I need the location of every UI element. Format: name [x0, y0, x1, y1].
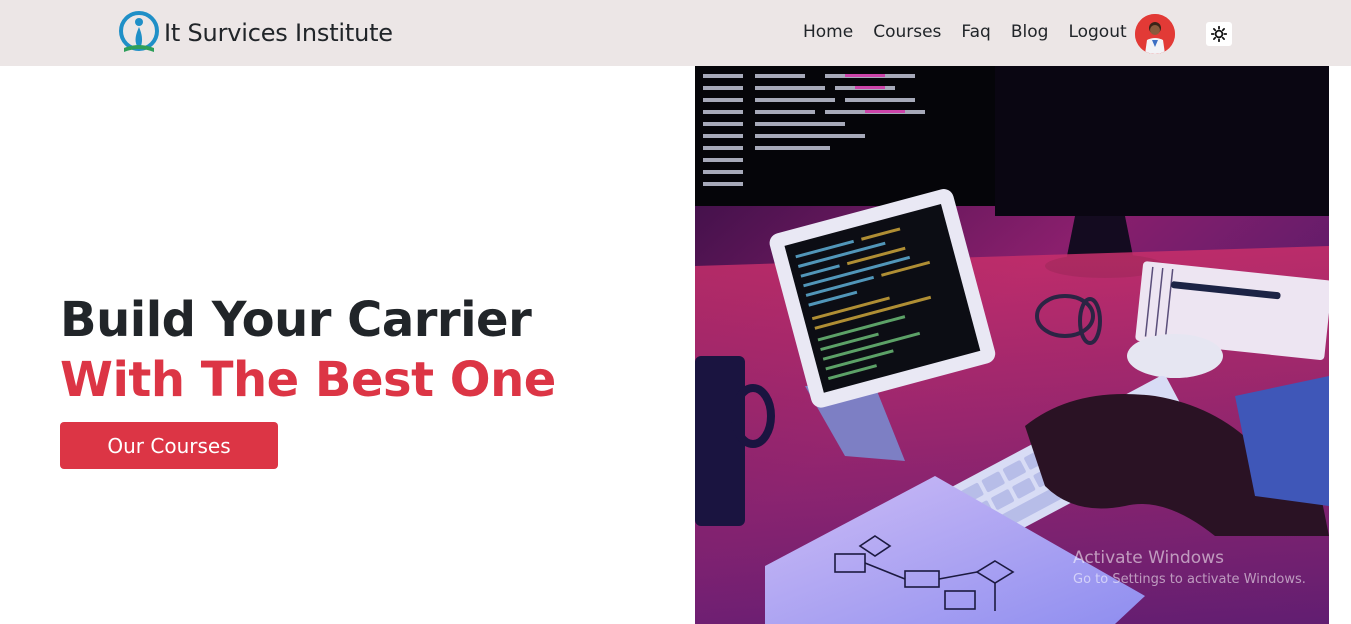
nav-links: Home Courses Faq Blog Logout — [803, 22, 1147, 42]
watermark-title: Activate Windows — [1073, 548, 1224, 568]
hero-title-line1: Build Your Carrier — [60, 292, 532, 348]
theme-toggle-button[interactable] — [1206, 22, 1232, 46]
our-courses-button[interactable]: Our Courses — [60, 422, 278, 469]
nav-faq-link[interactable]: Faq — [961, 22, 990, 42]
hero-illustration — [695, 66, 1329, 624]
user-avatar[interactable] — [1135, 14, 1175, 54]
hero-title-line2: With The Best One — [60, 352, 556, 408]
page-edge — [1329, 66, 1351, 624]
user-avatar-image — [1135, 14, 1175, 54]
brand[interactable]: It Survices Institute — [116, 8, 393, 58]
person-book-logo-icon — [119, 11, 159, 52]
windows-activation-watermark: Activate Windows Go to Settings to activ… — [1073, 548, 1306, 587]
nav-logout-link[interactable]: Logout — [1068, 22, 1126, 42]
navbar: It Survices Institute Home Courses Faq B… — [0, 0, 1351, 66]
nav-courses-link[interactable]: Courses — [873, 22, 941, 42]
developer-desk-photo — [695, 66, 1329, 624]
sun-icon — [1211, 26, 1227, 42]
nav-home-link[interactable]: Home — [803, 22, 853, 42]
nav-blog-link[interactable]: Blog — [1011, 22, 1049, 42]
watermark-subtitle: Go to Settings to activate Windows. — [1073, 572, 1306, 587]
brand-name: It Survices Institute — [164, 19, 393, 47]
